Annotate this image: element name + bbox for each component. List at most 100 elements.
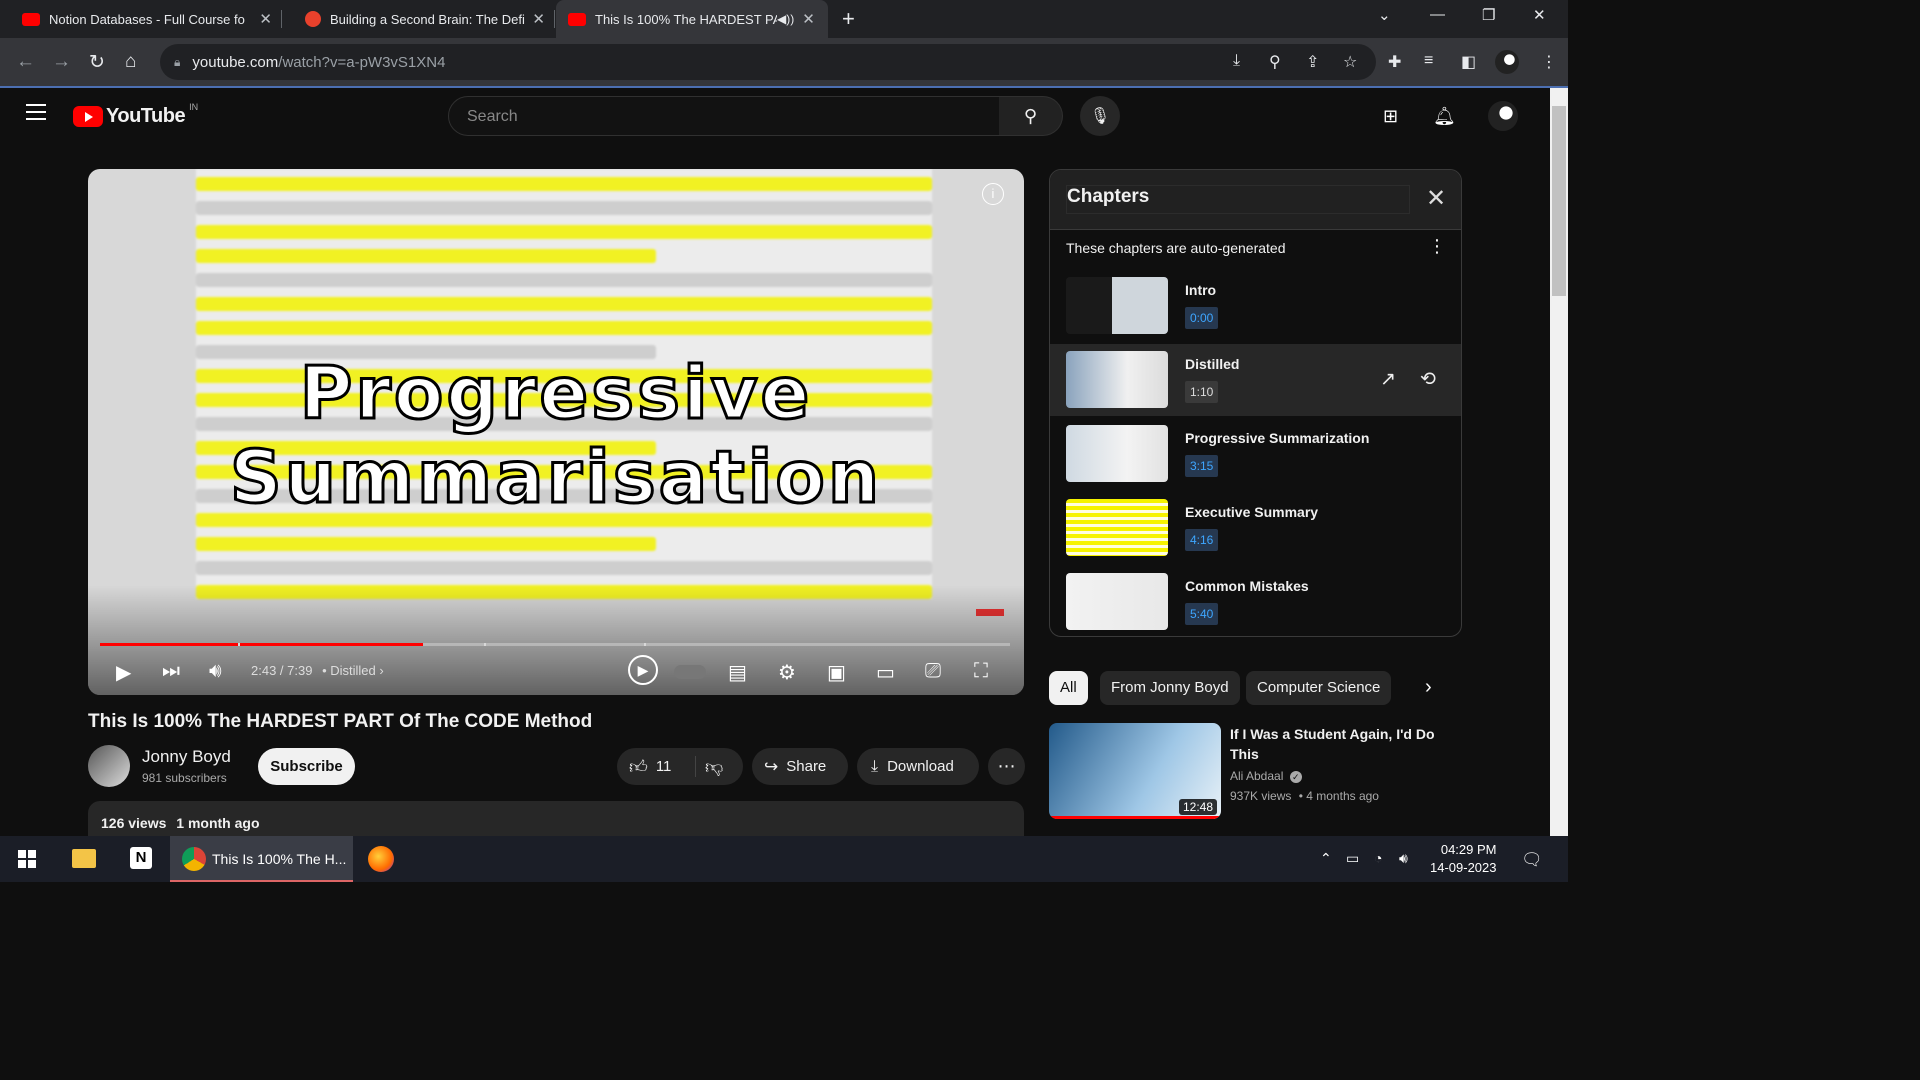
chapter-time[interactable]: 4:16: [1185, 529, 1219, 551]
captions-icon[interactable]: ▤: [728, 660, 747, 685]
system-clock[interactable]: 04:29 PM 14-09-2023: [1430, 841, 1497, 877]
notification-center-icon[interactable]: 🗨︎: [1521, 850, 1543, 870]
youtube-favicon-icon: [568, 12, 586, 26]
search-button[interactable]: ⚲: [999, 96, 1063, 136]
chapter-time[interactable]: 1:10: [1185, 381, 1219, 403]
create-video-icon[interactable]: ⊞: [1383, 106, 1398, 127]
chevron-right-icon[interactable]: ›: [379, 663, 383, 678]
channel-name[interactable]: Jonny Boyd: [142, 747, 231, 767]
like-count[interactable]: 11: [656, 758, 672, 775]
chapter-name: Progressive Summarization: [1185, 430, 1370, 446]
current-chapter-label[interactable]: • Distilled: [322, 663, 376, 678]
chapter-time[interactable]: 0:00: [1185, 307, 1219, 329]
youtube-logo[interactable]: YouTube IN: [73, 102, 198, 128]
play-button-icon[interactable]: ▶: [116, 660, 131, 685]
close-tab-icon[interactable]: ✕: [259, 10, 272, 28]
firefox-icon[interactable]: [368, 846, 394, 872]
chip-topic[interactable]: Computer Science: [1246, 671, 1392, 705]
notion-app-icon[interactable]: N: [130, 847, 152, 869]
tray-chevron-up-icon[interactable]: ⌃: [1320, 850, 1332, 867]
close-tab-icon[interactable]: ✕: [802, 10, 815, 28]
browser-tab[interactable]: Notion Databases - Full Course fo ✕: [0, 0, 282, 38]
recommendation-title[interactable]: If I Was a Student Again, I'd Do This: [1230, 724, 1450, 764]
progress-bar[interactable]: [100, 643, 1010, 646]
fullscreen-icon[interactable]: ⛶: [974, 660, 988, 683]
video-player[interactable]: Progressive Summarisation i ▶ ⏭︎ 🔊︎ 2:43…: [88, 169, 1024, 695]
miniplayer-icon[interactable]: ▣: [827, 660, 846, 685]
recommendation-channel[interactable]: Ali Abdaal ✓: [1230, 769, 1302, 783]
close-tab-icon[interactable]: ✕: [532, 10, 545, 28]
minimize-button[interactable]: —: [1430, 6, 1445, 23]
side-panel-icon[interactable]: ◧: [1461, 52, 1476, 72]
subscribe-button[interactable]: Subscribe: [258, 748, 355, 785]
chapter-item[interactable]: Common Mistakes 5:40: [1050, 566, 1461, 636]
browser-menu-icon[interactable]: ⋮: [1541, 52, 1557, 72]
channel-name[interactable]: Ali Abdaal: [1230, 769, 1283, 783]
reload-icon[interactable]: ↻: [89, 51, 105, 74]
search-input[interactable]: Search: [448, 96, 1000, 136]
chip-from-channel[interactable]: From Jonny Boyd: [1100, 671, 1240, 705]
back-arrow-icon[interactable]: ←: [16, 51, 35, 73]
cast-icon[interactable]: ⎚: [925, 660, 941, 683]
install-app-icon[interactable]: ⤓: [1233, 52, 1240, 70]
wifi-icon[interactable]: ◔: [1374, 850, 1382, 866]
chapter-item-selected[interactable]: Distilled 1:10 ↗ ⟲: [1050, 344, 1461, 416]
page-scrollbar[interactable]: [1550, 88, 1568, 836]
more-actions-button[interactable]: ⋯: [988, 748, 1025, 785]
info-icon[interactable]: i: [982, 183, 1004, 205]
scrollbar-thumb[interactable]: [1552, 106, 1566, 296]
close-icon[interactable]: ✕: [1426, 184, 1446, 213]
settings-gear-icon[interactable]: ⚙: [778, 660, 796, 685]
thumbs-up-icon[interactable]: 👍︎: [629, 756, 648, 778]
chip-all[interactable]: All: [1049, 671, 1088, 705]
chapter-item[interactable]: Progressive Summarization 3:15: [1050, 418, 1461, 490]
lock-icon[interactable]: 🔒︎: [174, 55, 180, 70]
download-button[interactable]: ⤓ Download: [857, 748, 979, 785]
forward-arrow-icon[interactable]: →: [52, 51, 71, 73]
next-button-icon[interactable]: ⏭︎: [162, 660, 180, 683]
file-explorer-icon[interactable]: [72, 849, 96, 868]
url-host: youtube.com: [192, 53, 279, 71]
thumbs-down-icon[interactable]: 👎︎: [705, 756, 723, 778]
zoom-icon[interactable]: ⚲: [1269, 52, 1281, 72]
chapter-time[interactable]: 3:15: [1185, 455, 1219, 477]
menu-hamburger-icon[interactable]: [26, 104, 46, 125]
share-page-icon[interactable]: ⇪: [1306, 52, 1319, 72]
extensions-puzzle-icon[interactable]: ✚: [1388, 52, 1401, 72]
audio-playing-icon[interactable]: ◀)): [777, 12, 794, 26]
volume-tray-icon[interactable]: 🔊︎: [1399, 850, 1408, 867]
close-window-button[interactable]: ✕: [1533, 6, 1546, 24]
media-control-icon[interactable]: ≡: [1424, 52, 1433, 70]
browser-tab[interactable]: Building a Second Brain: The Defi ✕: [283, 0, 555, 38]
home-icon[interactable]: ⌂: [125, 51, 136, 73]
tab-search-chevron-icon[interactable]: ⌄: [1378, 6, 1391, 24]
profile-avatar[interactable]: [1495, 50, 1519, 74]
restore-button[interactable]: ❐: [1482, 6, 1495, 24]
windows-start-icon[interactable]: [18, 850, 36, 868]
browser-tab-active[interactable]: This Is 100% The HARDEST PA ◀)) ✕: [556, 0, 828, 38]
chapter-time[interactable]: 5:40: [1185, 603, 1219, 625]
more-vertical-icon[interactable]: ⋮: [1428, 236, 1446, 257]
theater-mode-icon[interactable]: ▭: [876, 660, 895, 685]
battery-icon[interactable]: ▭: [1346, 850, 1359, 867]
account-avatar[interactable]: [1488, 101, 1518, 131]
address-bar[interactable]: 🔒︎ youtube.com /watch?v=a-pW3vS1XN4: [160, 44, 1376, 80]
sponsorblock-shield-icon[interactable]: ▶: [628, 655, 658, 685]
voice-search-button[interactable]: 🎙︎: [1080, 96, 1120, 136]
notifications-bell-icon[interactable]: 🔔︎: [1433, 106, 1456, 127]
chapter-item[interactable]: Intro 0:00: [1050, 270, 1461, 342]
chevron-right-icon[interactable]: ›: [1425, 676, 1432, 699]
chapter-item[interactable]: Executive Summary 4:16: [1050, 492, 1461, 564]
share-button[interactable]: ↪ Share: [752, 748, 848, 785]
new-tab-button[interactable]: +: [842, 6, 855, 32]
recommendation-thumbnail[interactable]: 12:48: [1049, 723, 1221, 819]
chapter-thumbnail: [1066, 425, 1168, 482]
description-box[interactable]: 126 views 1 month ago: [88, 801, 1024, 841]
bookmark-star-icon[interactable]: ☆: [1343, 52, 1357, 72]
autoplay-toggle[interactable]: [674, 665, 706, 679]
share-chapter-icon[interactable]: ↗: [1380, 368, 1396, 391]
channel-avatar[interactable]: [88, 745, 130, 787]
volume-icon[interactable]: 🔊︎: [209, 660, 222, 683]
tab-title: This Is 100% The HARDEST PA: [595, 11, 777, 27]
loop-chapter-icon[interactable]: ⟲: [1420, 368, 1436, 391]
